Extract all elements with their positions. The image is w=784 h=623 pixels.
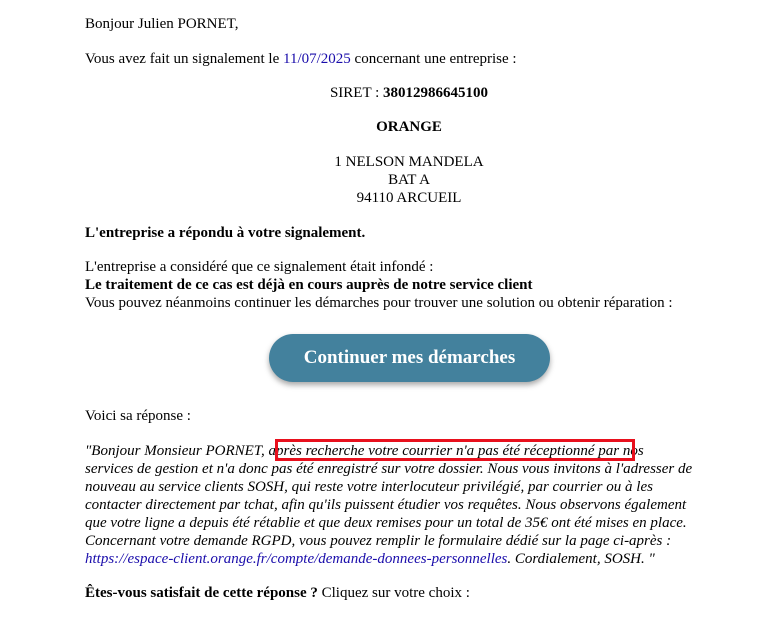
satisfaction-question: Êtes-vous satisfait de cette réponse ? C…	[85, 585, 470, 601]
responded-heading: L'entreprise a répondu à votre signaleme…	[85, 225, 366, 241]
company-name: ORANGE	[376, 119, 442, 135]
rgpd-link[interactable]: https://espace-client.orange.fr/compte/d…	[85, 551, 507, 567]
siret-value: 38012986645100	[383, 85, 489, 101]
greeting: Bonjour Julien PORNET,	[85, 16, 239, 32]
reply-line-last: https://espace-client.orange.fr/compte/d…	[85, 550, 735, 568]
reply-line: services de gestion et n'a donc pas été …	[85, 461, 693, 477]
reply-line: contacter directement par tchat, afin qu…	[85, 497, 687, 513]
reply-line: nouveau au service clients SOSH, qui res…	[85, 479, 653, 495]
address-line3: 94110 ARCUEIL	[356, 190, 462, 206]
report-date: 11/07/2025	[283, 51, 351, 67]
reply-intro: Voici sa réponse :	[85, 408, 191, 424]
siret-label: SIRET :	[329, 85, 384, 101]
continue-text: Vous pouvez néanmoins continuer les déma…	[85, 295, 673, 311]
report-intro: Vous avez fait un signalement le 11/07/2…	[85, 50, 517, 68]
intro-before: Vous avez fait un signalement le	[85, 51, 284, 67]
intro-after: concernant une entreprise :	[350, 51, 517, 67]
reply-closing: . Cordialement, SOSH. "	[507, 551, 655, 567]
reason-text: Le traitement de ce cas est déjà en cour…	[85, 277, 533, 293]
siret-line: SIRET : 38012986645100	[85, 84, 733, 102]
address-line1: 1 NELSON MANDELA	[334, 154, 484, 170]
highlight-box	[275, 439, 635, 461]
address-line2: BAT A	[388, 172, 430, 188]
continue-steps-button[interactable]: Continuer mes démarches	[269, 334, 550, 382]
reply-line: Concernant votre demande RGPD, vous pouv…	[85, 533, 672, 549]
considered-text: L'entreprise a considéré que ce signalem…	[85, 259, 434, 275]
reply-line: que votre ligne a depuis été rétablie et…	[85, 515, 687, 531]
